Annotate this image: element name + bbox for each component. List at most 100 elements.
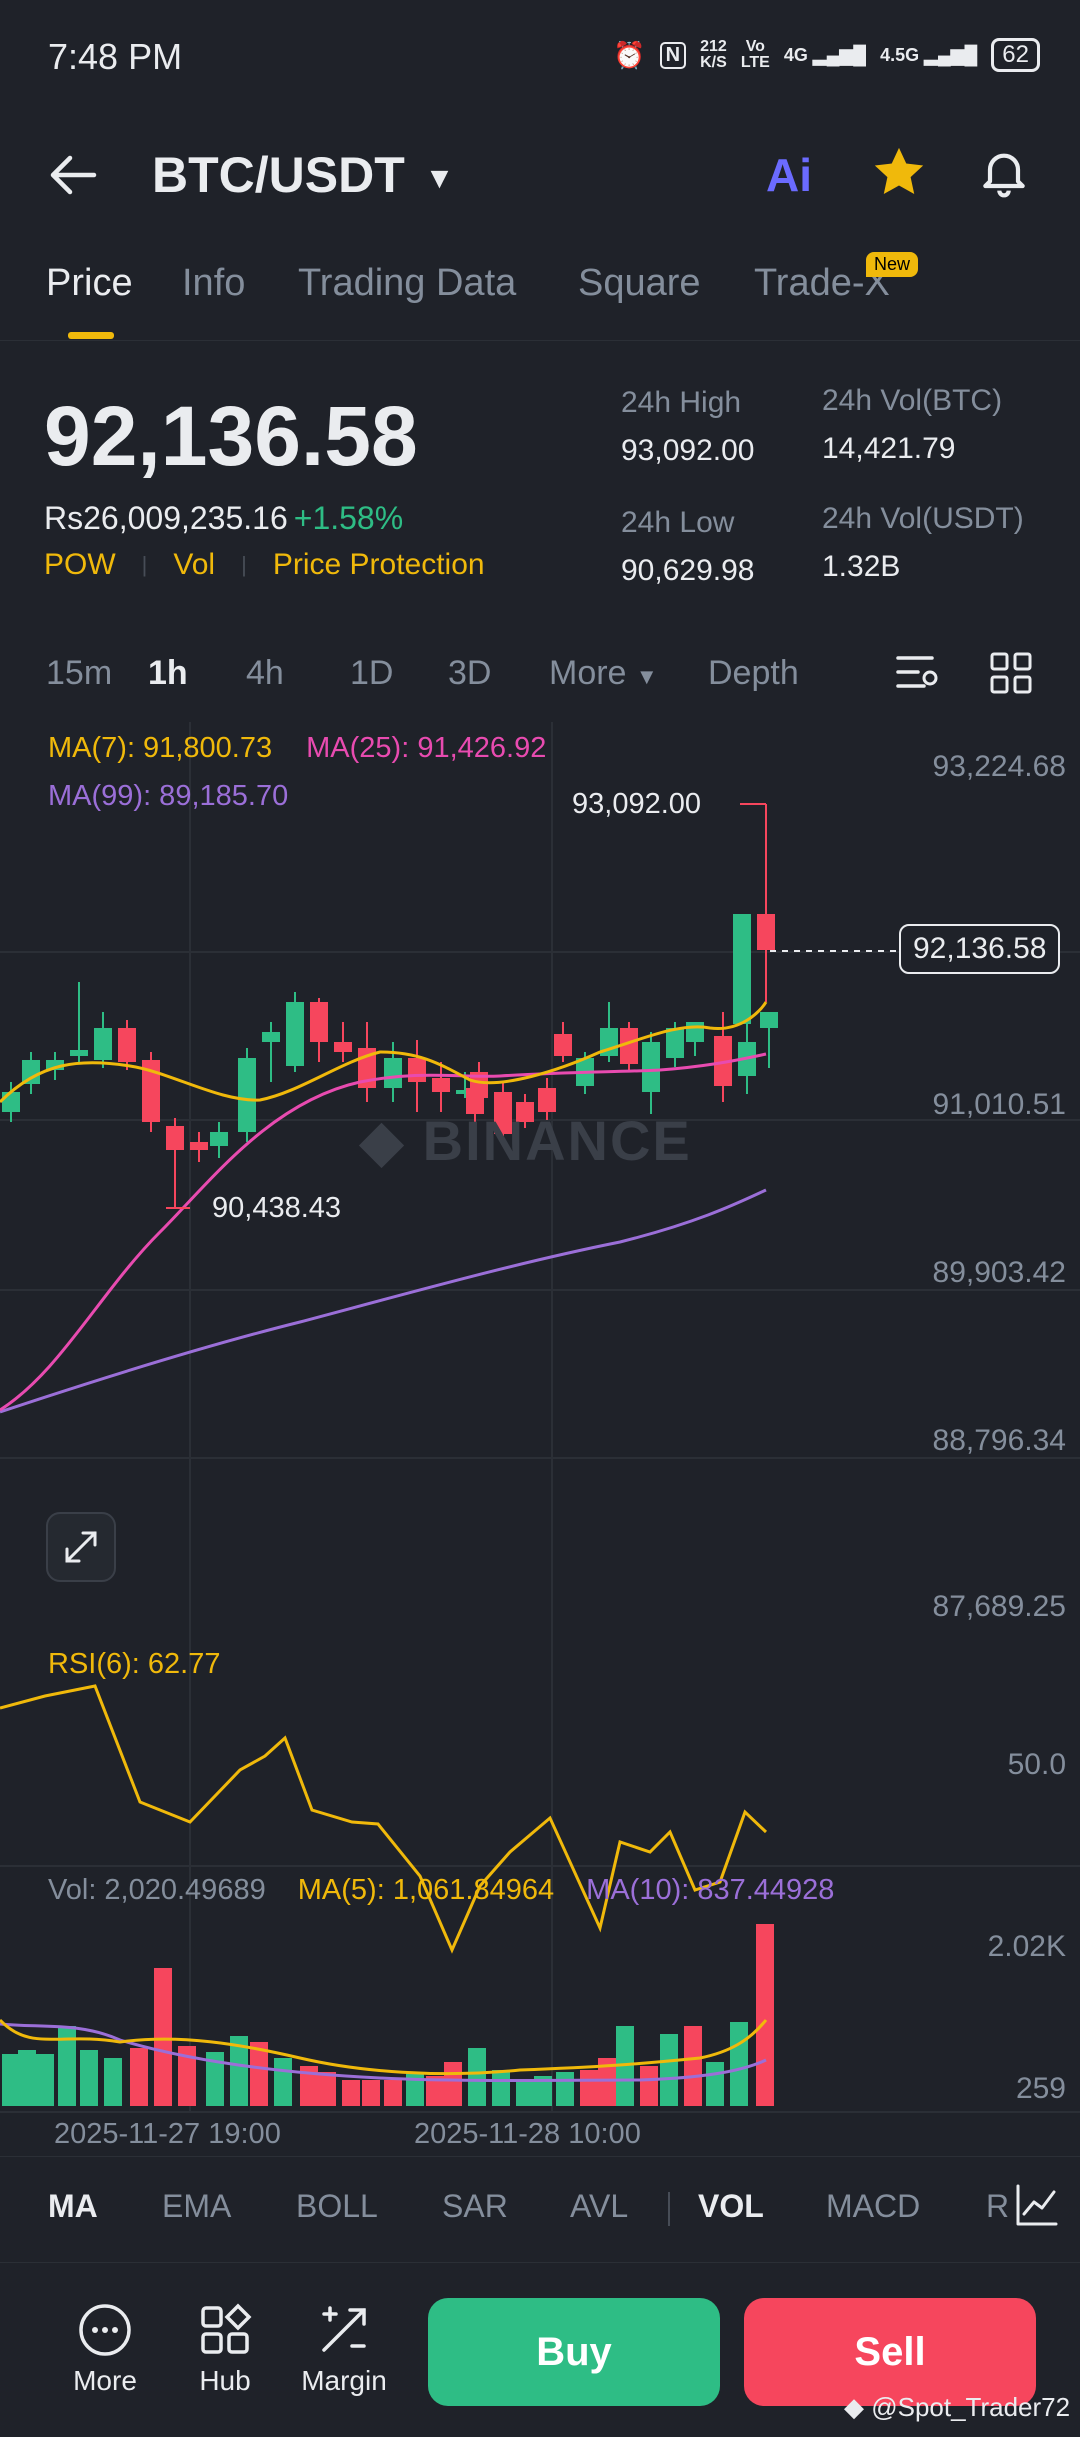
tf-1h[interactable]: 1h [148, 654, 188, 693]
volume-bar-0 [2, 2054, 20, 2106]
volume-bar-2 [36, 2054, 54, 2106]
ma99-line [0, 1188, 767, 1414]
tab-info[interactable]: Info [182, 262, 245, 305]
fullscreen-button[interactable] [46, 1512, 116, 1582]
candle-31 [686, 1022, 704, 1042]
margin-button[interactable]: Margin [296, 2302, 392, 2397]
status-time: 7:48 PM [48, 36, 183, 77]
axis-label-5: 87,689.25 [932, 1590, 1066, 1623]
axis-label-1: 93,224.68 [932, 750, 1066, 783]
ma99-label: MA(99): 89,185.70 [48, 780, 289, 812]
tf-15m[interactable]: 15m [46, 654, 112, 693]
favorite-button[interactable] [870, 143, 928, 206]
alarm-icon: ⏰ [613, 39, 646, 70]
margin-icon [322, 2306, 366, 2352]
candle-9 [210, 1132, 228, 1146]
indicator-ema[interactable]: EMA [162, 2188, 231, 2225]
tf-4h[interactable]: 4h [246, 654, 284, 693]
chart-settings-icon [896, 656, 938, 688]
time-label-1: 2025-11-27 19:00 [54, 2118, 281, 2150]
rsi-line [0, 1684, 768, 1954]
tab-square[interactable]: Square [578, 262, 701, 305]
vol-btc-value: 14,421.79 [822, 432, 956, 465]
candle-16 [384, 1058, 402, 1088]
ma7-label: MA(7): 91,800.73 [48, 732, 273, 764]
vol-usdt-value: 1.32B [822, 550, 901, 583]
star-icon [874, 147, 924, 194]
vol-usdt-label: 24h Vol(USDT) [822, 502, 1024, 535]
candle-big-green [733, 914, 751, 1024]
expand-icon [65, 1531, 97, 1563]
low-marker: 90,438.43 [212, 1192, 342, 1224]
volume-bar-14 [318, 2072, 336, 2106]
tf-1d[interactable]: 1D [350, 654, 393, 693]
tf-3d[interactable]: 3D [448, 654, 491, 693]
back-arrow-icon [50, 155, 97, 195]
inr-price: Rs26,009,235.16 [44, 500, 288, 536]
net-speed: 212 K/S [700, 38, 727, 71]
ai-icon: Ai [766, 149, 812, 201]
pair-title: BTC/USDT [152, 147, 405, 203]
more-button[interactable]: More [66, 2302, 144, 2397]
indicator-sar[interactable]: SAR [442, 2188, 508, 2225]
ma-legend-row1: MA(7): 91,800.73 MA(25): 91,426.92 [48, 732, 546, 765]
tf-more[interactable]: More ▼ [549, 654, 658, 693]
volume-bar-1 [18, 2050, 36, 2106]
price-change: +1.58% [293, 500, 404, 536]
hub-icon [201, 2303, 252, 2354]
volume-bar-5 [104, 2058, 122, 2106]
layout-grid-button[interactable] [988, 650, 1034, 701]
more-label: More [73, 2365, 137, 2396]
volume-bar-30 [660, 2034, 678, 2106]
tag-vol[interactable]: Vol [173, 548, 215, 582]
volte-indicator: Vo LTE [740, 38, 770, 71]
indicator-avl[interactable]: AVL [570, 2188, 628, 2225]
volume-bar-17 [384, 2080, 402, 2106]
caret-down-icon: ▼ [424, 161, 455, 195]
tag-row: POW | Vol | Price Protection [44, 548, 485, 582]
vol-label: Vol: 2,020.49689 [48, 1874, 266, 1906]
tag-price-protection[interactable]: Price Protection [273, 548, 485, 582]
buy-button[interactable]: Buy [428, 2298, 720, 2406]
volume-bar-23 [516, 2080, 534, 2106]
rsi-label: RSI(6): 62.77 [48, 1648, 221, 1680]
chart-settings-button[interactable] [894, 650, 942, 699]
indicator-boll[interactable]: BOLL [296, 2188, 378, 2225]
indicator-r[interactable]: R [986, 2188, 1009, 2225]
hub-button[interactable]: Hub [190, 2302, 260, 2397]
indicator-macd[interactable]: MACD [826, 2188, 920, 2225]
candle-3 [70, 1050, 88, 1056]
tag-pow[interactable]: POW [44, 548, 116, 582]
high-label: 24h High [621, 386, 742, 419]
indicator-vol[interactable]: VOL [698, 2188, 764, 2225]
low-label: 24h Low [621, 506, 735, 539]
candle-4 [94, 1028, 112, 1060]
candle-17 [408, 1058, 426, 1082]
candle-25 [554, 1034, 572, 1056]
volume-bar-26 [580, 2070, 598, 2106]
pair-selector[interactable]: BTC/USDT ▼ [152, 146, 454, 204]
more-dots-icon [79, 2304, 131, 2356]
current-price-tag[interactable]: 92,136.58 [899, 924, 1061, 974]
sell-button[interactable]: Sell [744, 2298, 1036, 2406]
volume-bar-22 [492, 2070, 510, 2106]
back-button[interactable] [46, 148, 100, 207]
volume-bar-6 [130, 2048, 148, 2106]
axis-label-3: 89,903.42 [932, 1256, 1066, 1289]
tab-trading-data[interactable]: Trading Data [298, 262, 516, 305]
candle-18 [432, 1078, 450, 1092]
volume-bar-33 [730, 2022, 748, 2106]
caret-down-icon: ▼ [635, 664, 658, 689]
indicator-ma[interactable]: MA [48, 2188, 98, 2225]
candle-29 [642, 1042, 660, 1092]
indicator-settings-button[interactable] [1010, 2178, 1064, 2237]
notification-button[interactable] [976, 144, 1032, 205]
volume-bar-18 [406, 2072, 424, 2106]
volume-bar-16 [362, 2080, 380, 2106]
ai-button[interactable]: Ai [766, 148, 812, 202]
time-label-2: 2025-11-28 10:00 [414, 2118, 641, 2150]
high-marker: 93,092.00 [572, 788, 702, 820]
tab-price[interactable]: Price [46, 262, 133, 305]
tf-depth[interactable]: Depth [708, 654, 799, 693]
candle-7 [166, 1126, 184, 1150]
